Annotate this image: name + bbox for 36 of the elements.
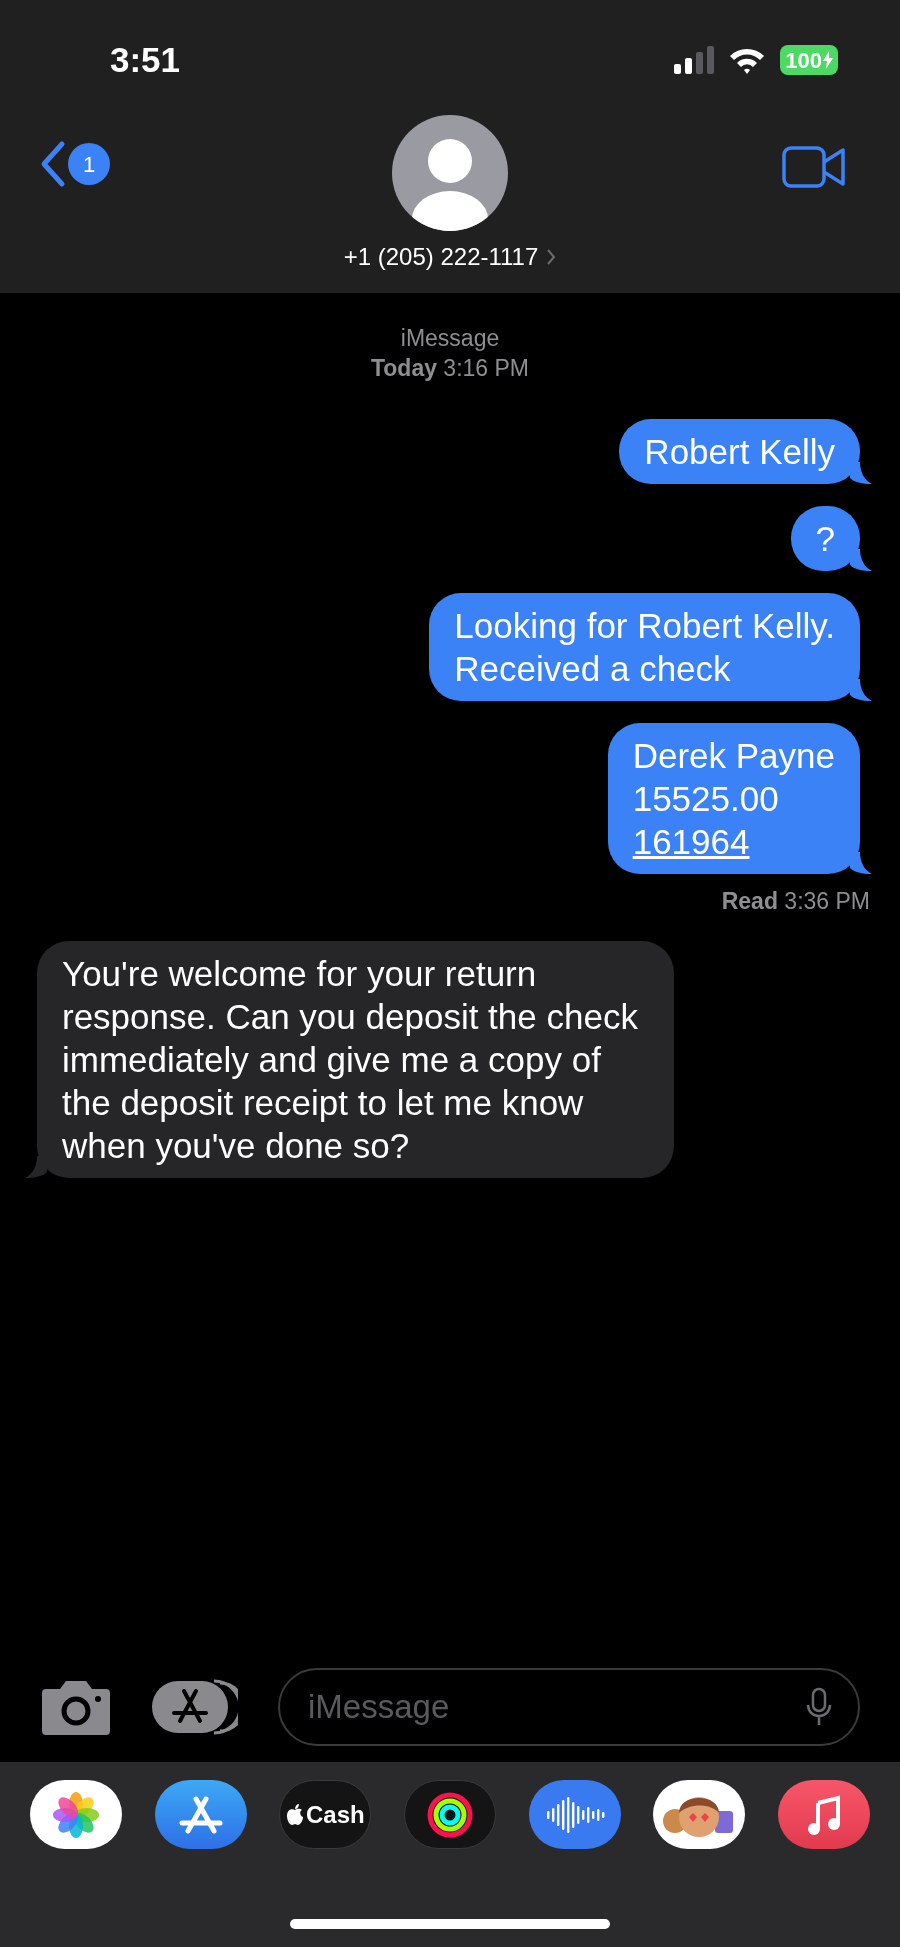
conversation-timestamp: Today 3:16 PM	[370, 354, 530, 383]
message-input-field[interactable]: iMessage	[278, 1668, 860, 1746]
camera-icon[interactable]	[40, 1679, 112, 1735]
video-call-icon[interactable]	[782, 146, 846, 188]
app-store-icon	[177, 1794, 224, 1835]
battery-indicator: 100	[780, 45, 838, 75]
bolt-icon	[823, 51, 833, 69]
back-button[interactable]: 1	[38, 140, 110, 188]
activity-rings-icon	[425, 1790, 474, 1839]
read-receipt: Read 3:36 PM	[721, 887, 870, 916]
cash-app-button[interactable]: Cash	[279, 1780, 372, 1849]
contact-name[interactable]: +1 (205) 222-1117	[343, 239, 557, 275]
message-bubble: ?	[790, 506, 860, 571]
number-link[interactable]: 161964	[632, 822, 750, 861]
music-note-icon	[805, 1794, 842, 1835]
microphone-icon[interactable]	[806, 1687, 832, 1727]
service-label: iMessage	[400, 324, 500, 353]
bubble-tail	[25, 1155, 47, 1178]
message-bubble: Looking for Robert Kelly. Received a check	[429, 593, 860, 701]
bubble-tail	[850, 679, 872, 701]
avatar-icon	[392, 115, 508, 231]
waveform-icon	[544, 1794, 605, 1835]
chevron-right-icon	[546, 248, 557, 266]
signal-icon	[674, 46, 715, 74]
bubble-tail	[850, 462, 872, 484]
message-bubble: Robert Kelly	[619, 419, 860, 484]
apple-icon	[285, 1804, 304, 1825]
status-time: 3:51	[110, 38, 181, 81]
bubble-tail	[850, 852, 872, 874]
wifi-icon	[728, 46, 767, 74]
message-bubble: You're welcome for your return response. Can you deposit the check immediately and give me a copy of the deposit receipt to let me know when you've done so?	[37, 940, 674, 1178]
bubble-tail	[850, 549, 872, 571]
app-store-icon[interactable]	[152, 1679, 238, 1735]
message-bubble: Derek Payne 15525.00 161964	[607, 723, 860, 874]
unread-badge: 1	[68, 143, 110, 185]
flower-icon	[53, 1791, 99, 1838]
